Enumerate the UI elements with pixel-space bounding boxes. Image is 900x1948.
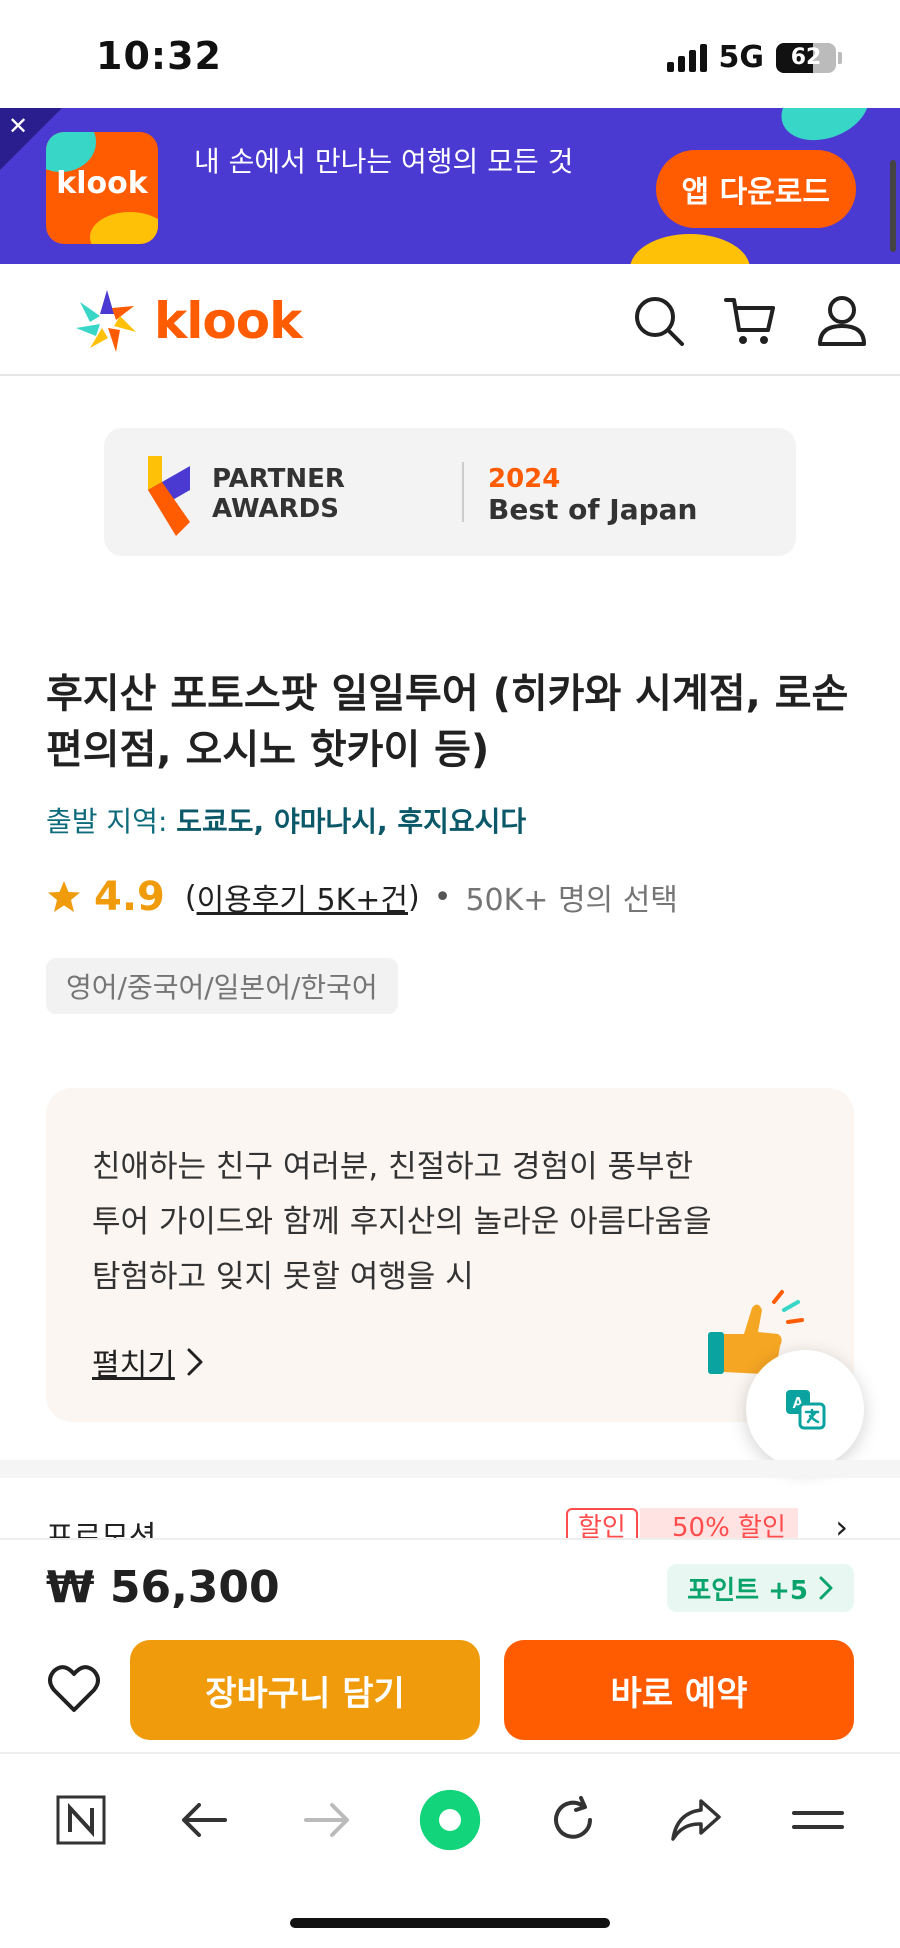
banner-decoration: [772, 108, 878, 152]
close-icon[interactable]: ✕: [8, 112, 28, 140]
app-logo-text: klook: [56, 166, 148, 201]
promotion-row[interactable]: 프로모션 할인 50% 할인 ›: [0, 1478, 900, 1538]
departure-label: 출발 지역:: [46, 805, 168, 838]
chevron-right-icon: [187, 1348, 203, 1376]
promotion-label: 프로모션: [46, 1520, 157, 1538]
awards-title: Best of Japan: [488, 493, 698, 526]
awards-label: PARTNER AWARDS: [212, 464, 345, 524]
points-badge[interactable]: 포인트 +5: [667, 1564, 854, 1612]
translate-icon: A: [786, 1390, 826, 1430]
percent-discount-tag: 50% 할인: [640, 1508, 798, 1538]
home-indicator[interactable]: [290, 1918, 610, 1928]
site-header: klook: [0, 264, 900, 376]
heart-icon[interactable]: [46, 1660, 102, 1716]
menu-icon[interactable]: [786, 1788, 850, 1852]
green-dot-icon[interactable]: [418, 1788, 482, 1852]
naver-home-icon[interactable]: [49, 1788, 113, 1852]
back-arrow-icon[interactable]: [172, 1788, 236, 1852]
forward-arrow-icon[interactable]: [295, 1788, 359, 1852]
app-download-banner: ✕ klook 내 손에서 만나는 여행의 모든 것 앱 다운로드: [0, 108, 900, 264]
rating-score: 4.9: [94, 874, 165, 920]
share-icon[interactable]: [664, 1788, 728, 1852]
discount-tag: 할인: [566, 1508, 638, 1538]
banner-message: 내 손에서 만나는 여행의 모든 것: [194, 145, 574, 178]
separator-dot: •: [433, 879, 452, 915]
awards-year: 2024: [488, 464, 561, 494]
language-tag: 영어/중국어/일본어/한국어: [46, 958, 398, 1014]
price: ₩ 56,300: [46, 1562, 280, 1613]
battery-level: 62: [790, 44, 822, 70]
awards-logo-icon: [148, 456, 190, 536]
scrollbar[interactable]: [890, 160, 896, 252]
browser-toolbar: [0, 1752, 900, 1948]
signal-icon: [666, 43, 707, 72]
section-separator: [0, 1460, 900, 1478]
departure-cities[interactable]: 도쿄도, 야마나시, 후지요시다: [176, 805, 526, 838]
klook-app-logo: klook: [46, 132, 158, 244]
description-text: 친애하는 친구 여러분, 친절하고 경험이 풍부한 투어 가이드와 함께 후지산…: [92, 1149, 712, 1295]
reviews-close-paren: ): [408, 879, 420, 915]
expand-button[interactable]: 펼치기: [92, 1340, 207, 1384]
book-now-button[interactable]: 바로 예약: [504, 1640, 854, 1740]
account-icon[interactable]: [814, 292, 870, 348]
chevron-right-icon: [819, 1576, 833, 1600]
star-icon: [48, 881, 80, 912]
bookings-count: 50K+ 명의 선택: [465, 883, 678, 918]
departure-info: 출발 지역: 도쿄도, 야마나시, 후지요시다: [46, 800, 526, 840]
app-download-button[interactable]: 앱 다운로드: [655, 150, 856, 228]
refresh-icon[interactable]: [541, 1788, 605, 1852]
partner-awards-badge: PARTNER AWARDS 2024 Best of Japan: [104, 428, 796, 556]
reviews-open-paren: (: [184, 879, 197, 915]
awards-title-block: 2024 Best of Japan: [384, 464, 697, 526]
purchase-bar: ₩ 56,300 포인트 +5 장바구니 담기 바로 예약: [0, 1538, 900, 1752]
klook-logo-icon: [76, 290, 136, 352]
awards-line2: AWARDS: [212, 494, 339, 524]
logo-wordmark: klook: [154, 292, 302, 350]
search-icon[interactable]: [630, 292, 686, 348]
translate-button[interactable]: A: [746, 1350, 864, 1468]
banner-decoration: [630, 234, 750, 264]
header-actions: [630, 292, 870, 348]
status-indicators: 5G 62: [666, 40, 842, 75]
browser-actions: [0, 1788, 900, 1852]
reviews-link[interactable]: 이용후기 5K+건: [197, 875, 408, 919]
add-to-cart-button[interactable]: 장바구니 담기: [130, 1640, 480, 1740]
klook-logo[interactable]: klook: [72, 286, 302, 356]
cart-icon[interactable]: [722, 292, 778, 348]
description-card: 친애하는 친구 여러분, 친절하고 경험이 풍부한 투어 가이드와 함께 후지산…: [46, 1088, 854, 1422]
battery-tip: [838, 51, 842, 64]
battery-icon: 62: [776, 42, 836, 73]
expand-label: 펼치기: [92, 1348, 175, 1383]
rating-row: 4.9 ( 이용후기 5K+건 ) • 50K+ 명의 선택: [46, 874, 678, 920]
awards-line1: PARTNER: [212, 464, 345, 494]
product-title: 후지산 포토스팟 일일투어 (히카와 시계점, 로손 편의점, 오시노 핫카이 …: [46, 671, 849, 773]
network-type: 5G: [718, 40, 765, 75]
status-bar: 10:32 5G 62: [0, 0, 900, 108]
chevron-right-icon: ›: [835, 1508, 848, 1538]
status-time: 10:32: [96, 34, 222, 78]
points-label: 포인트 +5: [687, 1575, 808, 1606]
